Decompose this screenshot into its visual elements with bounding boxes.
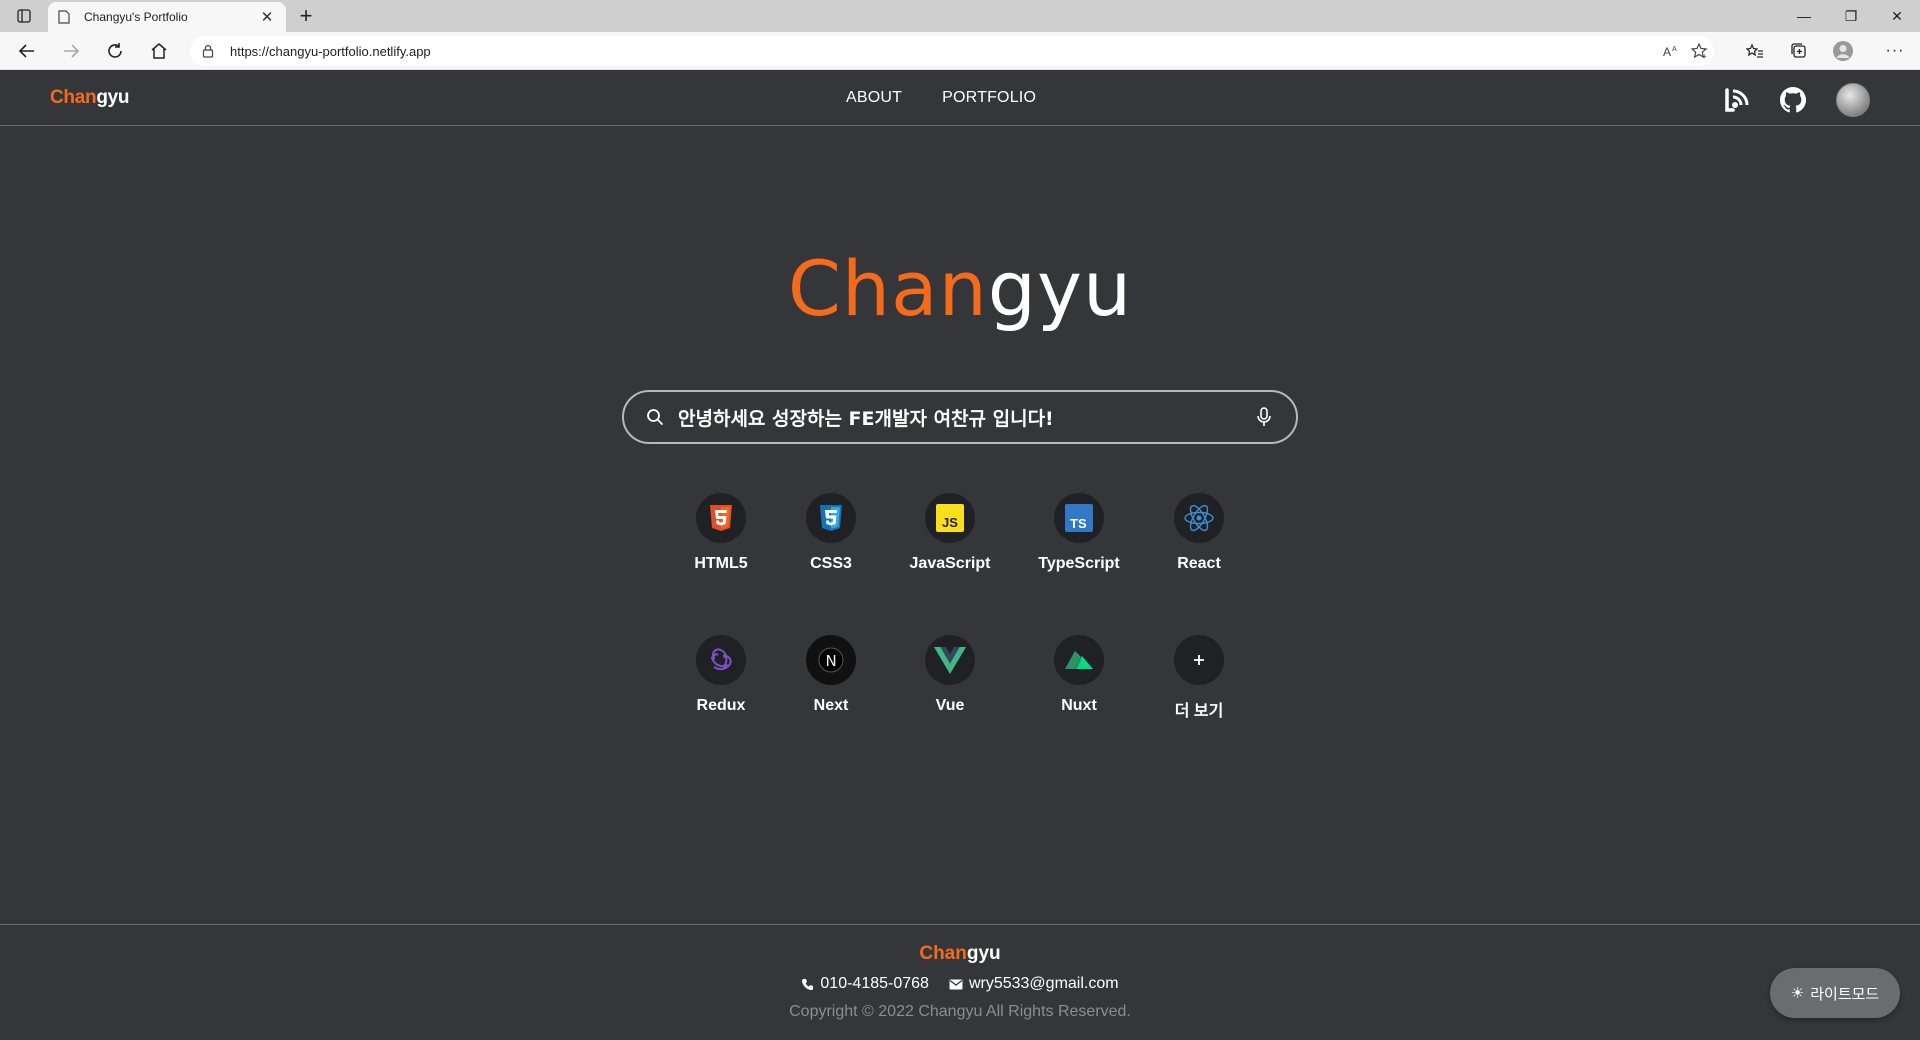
address-bar[interactable]: https://changyu-portfolio.netlify.app AA…: [190, 36, 1714, 66]
close-window-icon[interactable]: ✕: [1874, 0, 1920, 32]
profile-icon[interactable]: [1828, 37, 1858, 65]
copyright-text: Copyright © 2022 Changyu All Rights Rese…: [789, 1003, 1131, 1020]
skill-vue[interactable]: Vue: [890, 635, 1010, 715]
home-icon[interactable]: [144, 37, 174, 65]
back-icon[interactable]: [12, 37, 42, 65]
footer-phone[interactable]: 010-4185-0768: [801, 975, 929, 993]
plus-icon: [1174, 635, 1224, 685]
read-aloud-icon[interactable]: AA: [1658, 41, 1686, 61]
vue-icon: [925, 635, 975, 685]
skill-react[interactable]: React: [1139, 493, 1259, 573]
refresh-icon[interactable]: [100, 37, 130, 65]
svg-text:A: A: [1672, 46, 1677, 53]
skill-more[interactable]: 더 보기: [1139, 635, 1259, 721]
css3-icon: [806, 493, 856, 543]
footer-logo: Changyu: [919, 943, 1001, 964]
skill-label: 더 보기: [1174, 703, 1224, 720]
skill-label: Next: [813, 697, 849, 714]
search-icon: [646, 407, 666, 427]
skill-javascript[interactable]: JS JavaScript: [890, 493, 1010, 573]
skill-label: Vue: [935, 697, 965, 714]
browser-tabstrip: Changyu's Portfolio ✕ + — ❐ ✕: [0, 0, 1920, 32]
footer-email[interactable]: wry5533@gmail.com: [949, 975, 1119, 993]
minimize-icon[interactable]: —: [1781, 0, 1827, 32]
svg-text:JS: JS: [942, 515, 958, 530]
mode-label: 라이트모드: [1810, 985, 1880, 1003]
microphone-icon[interactable]: [1252, 405, 1276, 429]
close-tab-icon[interactable]: ✕: [258, 8, 276, 26]
forward-icon[interactable]: [56, 37, 86, 65]
phone-icon: [802, 978, 814, 990]
redux-icon: [696, 635, 746, 685]
skill-label: Nuxt: [1061, 697, 1097, 714]
page-icon: [58, 9, 74, 25]
phone-text: 010-4185-0768: [820, 975, 929, 992]
nuxt-icon: [1054, 635, 1104, 685]
light-mode-toggle[interactable]: ☀ 라이트모드: [1770, 968, 1900, 1018]
url-text: https://changyu-portfolio.netlify.app: [230, 43, 431, 59]
svg-text:N: N: [826, 652, 837, 670]
skill-typescript[interactable]: TS TypeScript: [1019, 493, 1139, 573]
header-logo[interactable]: Changyu: [50, 87, 130, 109]
javascript-icon: JS: [925, 493, 975, 543]
next-icon: N: [806, 635, 856, 685]
more-options-icon[interactable]: ···: [1880, 37, 1910, 65]
nav-about[interactable]: ABOUT: [846, 89, 902, 107]
typescript-icon: TS: [1054, 493, 1104, 543]
hero-logo: Changyu: [787, 244, 1133, 333]
svg-text:A: A: [1663, 45, 1671, 58]
footer-contact: 010-4185-0768 wry5533@gmail.com: [0, 975, 1920, 993]
collections-icon[interactable]: [1784, 37, 1814, 65]
new-tab-button[interactable]: +: [292, 3, 320, 28]
tab-title: Changyu's Portfolio: [84, 10, 188, 24]
restore-icon[interactable]: ❐: [1828, 0, 1874, 32]
favorites-icon[interactable]: [1740, 37, 1770, 65]
favorite-add-icon[interactable]: +: [1686, 41, 1714, 61]
lock-icon[interactable]: [202, 43, 218, 59]
skill-html5[interactable]: HTML5: [661, 493, 781, 573]
skill-label: HTML5: [694, 555, 748, 572]
skill-redux[interactable]: Redux: [661, 635, 781, 715]
mail-icon: [949, 979, 963, 989]
avatar[interactable]: [1836, 83, 1870, 117]
skill-label: TypeScript: [1038, 555, 1120, 572]
github-icon[interactable]: [1778, 85, 1808, 115]
html5-icon: [696, 493, 746, 543]
skill-label: CSS3: [810, 555, 852, 572]
svg-text:TS: TS: [1070, 516, 1087, 531]
skill-label: React: [1177, 555, 1221, 572]
browser-toolbar: https://changyu-portfolio.netlify.app AA…: [0, 32, 1920, 70]
tab-actions-icon[interactable]: [8, 4, 40, 28]
sun-icon: ☀: [1790, 985, 1805, 1002]
site-header: Changyu ABOUT PORTFOLIO: [0, 71, 1920, 126]
skill-label: Redux: [696, 697, 746, 714]
search-box[interactable]: [622, 390, 1298, 444]
browser-tab[interactable]: Changyu's Portfolio ✕: [48, 2, 286, 32]
blog-icon[interactable]: [1722, 85, 1752, 115]
search-input[interactable]: [678, 406, 1252, 428]
skill-next[interactable]: N Next: [771, 635, 891, 715]
svg-text:+: +: [1702, 52, 1707, 60]
skill-nuxt[interactable]: Nuxt: [1019, 635, 1139, 715]
react-icon: [1174, 493, 1224, 543]
main-nav: ABOUT PORTFOLIO: [846, 89, 1036, 107]
nav-portfolio[interactable]: PORTFOLIO: [942, 89, 1036, 107]
email-text: wry5533@gmail.com: [968, 975, 1119, 992]
site-footer: Changyu 010-4185-0768 wry5533@gmail.com …: [0, 924, 1920, 1040]
skill-label: JavaScript: [909, 555, 991, 572]
skill-css3[interactable]: CSS3: [771, 493, 891, 573]
